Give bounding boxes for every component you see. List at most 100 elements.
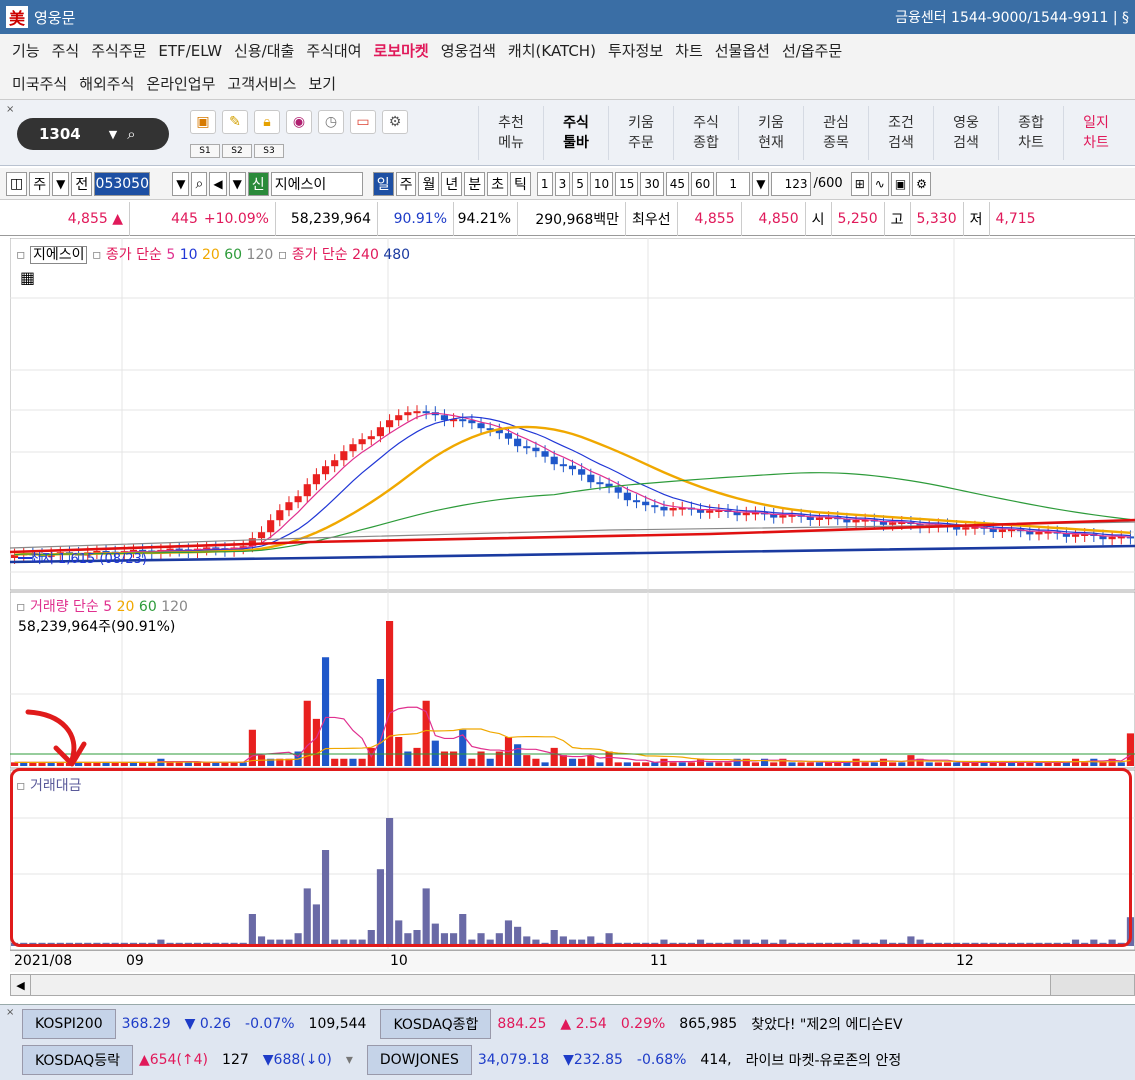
stock-toolbar-button[interactable]: 주식 툴바	[543, 106, 608, 160]
ticker-label[interactable]: KOSDAQ등락	[22, 1045, 133, 1075]
chart-scrollbar[interactable]: ◀	[10, 974, 1135, 996]
ticker-label[interactable]: KOSDAQ종합	[380, 1009, 492, 1039]
chart-control-bar: ◫ 주 ▼ 전 053050 ▼ ⌕ ◀ ▼ 신 지에스이 일 주 월 년 분 …	[0, 168, 1135, 200]
unit-input[interactable]: 1	[716, 171, 751, 196]
menu-item[interactable]: 주식주문	[91, 40, 146, 61]
gear-icon[interactable]: ⚙	[382, 110, 408, 134]
indicator-icon[interactable]: ⊞	[850, 171, 869, 196]
monitor-icon[interactable]: ▭	[350, 110, 376, 134]
speaker-icon[interactable]: ◀	[209, 171, 227, 196]
gear-icon[interactable]: ⚙	[912, 171, 931, 196]
scroll-thumb[interactable]	[1050, 975, 1134, 995]
count-input[interactable]: 123	[771, 171, 812, 196]
menu-item[interactable]: 차트	[675, 40, 703, 61]
ticker-label[interactable]: DOWJONES	[366, 1045, 472, 1075]
menu-item[interactable]: 온라인업무	[146, 73, 215, 94]
mode-select[interactable]: 주	[29, 171, 51, 196]
stock-code-input[interactable]: 053050	[94, 171, 151, 196]
camera-icon[interactable]: ◉	[286, 110, 312, 134]
menu-item[interactable]: 주식대여	[306, 40, 361, 61]
scroll-left-icon[interactable]: ◀	[11, 975, 31, 995]
price-candle	[340, 451, 348, 461]
menu-item[interactable]: 신용/대출	[234, 40, 294, 61]
search-icon[interactable]: ⌕	[127, 125, 135, 143]
price-candle	[815, 517, 824, 520]
lock-icon[interactable]: 🔒︎	[254, 110, 280, 134]
brush-icon[interactable]: ✎	[222, 110, 248, 134]
interval-5[interactable]: 5	[572, 171, 588, 196]
menu-item[interactable]: 기능	[12, 40, 40, 61]
main-menu: 기능 주식 주식주문 ETF/ELW 신용/대출 주식대여 로보마켓 영웅검색 캐치(KATCH…	[0, 34, 1135, 100]
recommend-menu-button[interactable]: 추천 메뉴	[478, 106, 543, 160]
menu-item[interactable]: 로보마켓	[374, 40, 429, 61]
chevron-down-icon[interactable]: ▼	[752, 171, 770, 196]
chevron-down-icon[interactable]: ▼	[109, 128, 117, 141]
layout-icon[interactable]: ◫	[6, 171, 28, 196]
draw-icon[interactable]: ∿	[870, 171, 889, 196]
ticker-label[interactable]: KOSPI200	[22, 1009, 116, 1039]
screen-code-box[interactable]: 1304 ▼ ⌕	[17, 118, 169, 150]
price-candle	[779, 515, 787, 518]
menu-item[interactable]: 미국주식	[12, 73, 67, 94]
menu-item[interactable]: ETF/ELW	[158, 42, 222, 60]
volume-bar	[331, 758, 339, 766]
interval-30[interactable]: 30	[640, 171, 664, 196]
hero-search-button[interactable]: 영웅 검색	[933, 106, 998, 160]
x-tick: 11	[650, 953, 668, 969]
menu-item[interactable]: 투자정보	[608, 40, 663, 61]
watchlist-button[interactable]: 관심 종목	[803, 106, 868, 160]
volume-bar	[376, 679, 384, 766]
scope-select[interactable]: 전	[71, 171, 93, 196]
condition-search-button[interactable]: 조건 검색	[868, 106, 933, 160]
interval-3[interactable]: 3	[554, 171, 571, 196]
menu-item[interactable]: 영웅검색	[441, 40, 496, 61]
chevron-down-icon[interactable]: ▼	[228, 171, 246, 196]
close-icon[interactable]: ×	[6, 1007, 14, 1018]
save-icon[interactable]: ▣	[890, 171, 911, 196]
table-icon[interactable]: ▦	[20, 268, 35, 287]
kiwoom-current-button[interactable]: 키움 현재	[738, 106, 803, 160]
ticker-value: 865,985	[679, 1016, 738, 1032]
interval-10[interactable]: 10	[589, 171, 614, 196]
journal-chart-button[interactable]: 일지 차트	[1063, 106, 1128, 160]
news-headline[interactable]: 찾았다! "제2의 에디슨EV	[751, 1014, 902, 1034]
interval-1[interactable]: 1	[536, 171, 553, 196]
period-second[interactable]: 초	[487, 171, 509, 196]
period-day[interactable]: 일	[372, 171, 394, 196]
menu-item[interactable]: 선/옵주문	[782, 40, 842, 61]
clock-icon[interactable]: ◷	[318, 110, 344, 134]
interval-60[interactable]: 60	[690, 171, 715, 196]
menu-item[interactable]: 해외주식	[79, 73, 134, 94]
menu-item[interactable]: 선물옵션	[715, 40, 770, 61]
stock-summary-button[interactable]: 주식 종합	[673, 106, 738, 160]
set-s3[interactable]: S3	[254, 144, 284, 158]
close-icon[interactable]: ×	[6, 104, 14, 115]
chevron-down-icon[interactable]: ▼	[52, 171, 70, 196]
period-month[interactable]: 월	[418, 171, 440, 196]
menu-item[interactable]: 주식	[52, 40, 80, 61]
menu-item[interactable]: 고객서비스	[227, 73, 296, 94]
set-s1[interactable]: S1	[190, 144, 220, 158]
interval-45[interactable]: 45	[665, 171, 689, 196]
total-chart-button[interactable]: 종합 차트	[998, 106, 1063, 160]
period-week[interactable]: 주	[395, 171, 417, 196]
screen-code[interactable]: 1304	[39, 125, 81, 143]
news-headline[interactable]: 라이브 마켓-유로존의 안정	[746, 1050, 902, 1070]
save-icon[interactable]: ▣	[190, 110, 216, 134]
volume-legend: ▫ 거래량 단순 5 20 60 120	[16, 599, 188, 615]
period-minute[interactable]: 분	[464, 171, 486, 196]
chevron-down-icon[interactable]: ▼	[172, 171, 190, 196]
volume-bar	[623, 762, 631, 766]
period-year[interactable]: 년	[441, 171, 463, 196]
price-candle	[962, 527, 970, 530]
price-candle	[742, 512, 750, 516]
interval-15[interactable]: 15	[615, 171, 639, 196]
search-icon[interactable]: ⌕	[191, 171, 208, 196]
kiwoom-order-button[interactable]: 키움 주문	[608, 106, 673, 160]
menu-item[interactable]: 캐치(KATCH)	[508, 40, 596, 61]
menu-item[interactable]: 보기	[308, 73, 336, 94]
price-candle	[459, 419, 467, 422]
period-tick[interactable]: 틱	[510, 171, 531, 196]
set-s2[interactable]: S2	[222, 144, 252, 158]
chevron-down-icon[interactable]: ▾	[346, 1052, 353, 1068]
